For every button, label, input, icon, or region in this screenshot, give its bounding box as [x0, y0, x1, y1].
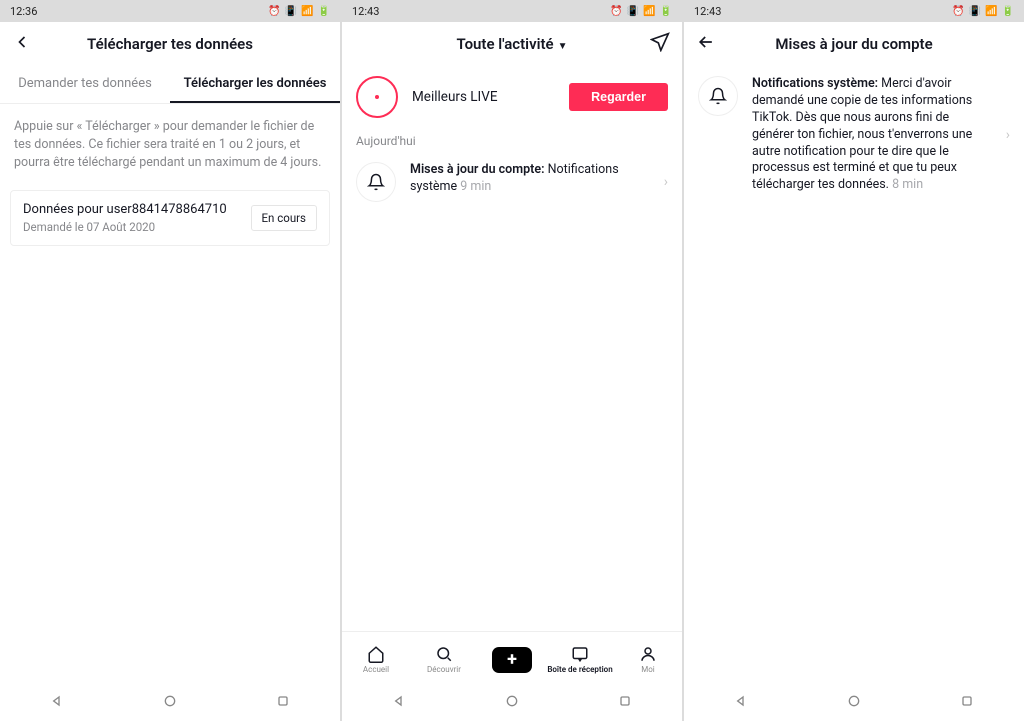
- screen-account-updates: 12:43 ⏰ 📳 📶 🔋 Mises à jour du compte Not…: [684, 0, 1024, 721]
- tabs: Demander tes données Télécharger les don…: [0, 66, 340, 104]
- activity-dropdown[interactable]: Toute l'activité ▼: [354, 35, 670, 53]
- battery-icon: 🔋: [318, 6, 330, 17]
- data-card-subtitle: Demandé le 07 Août 2020: [23, 220, 227, 234]
- notification-row[interactable]: Mises à jour du compte: Notifications sy…: [342, 152, 682, 212]
- nav-home-icon[interactable]: [162, 693, 178, 713]
- nav-back-icon[interactable]: [391, 693, 407, 713]
- header: Toute l'activité ▼: [342, 22, 682, 66]
- tab-discover-label: Découvrir: [427, 665, 461, 674]
- activity-dropdown-label: Toute l'activité: [456, 35, 553, 53]
- notification-title: Notifications système:: [752, 76, 878, 91]
- alarm-icon: ⏰: [952, 6, 964, 17]
- tab-download-data[interactable]: Télécharger les données: [170, 66, 340, 103]
- data-card-title: Données pour user8841478864710: [23, 202, 227, 217]
- live-avatar-icon: [356, 76, 398, 118]
- home-icon: [367, 645, 385, 663]
- status-icons: ⏰ 📳 📶 🔋: [610, 6, 672, 17]
- section-today: Aujourd'hui: [342, 128, 682, 152]
- header: Mises à jour du compte: [684, 22, 1024, 66]
- info-text: Appuie sur « Télécharger » pour demander…: [0, 104, 340, 182]
- status-bar: 12:43 ⏰ 📳 📶 🔋: [342, 0, 682, 22]
- send-button[interactable]: [650, 32, 670, 56]
- status-bar: 12:43 ⏰ 📳 📶 🔋: [684, 0, 1024, 22]
- alarm-icon: ⏰: [610, 6, 622, 17]
- nav-back-icon[interactable]: [733, 693, 749, 713]
- status-bar: 12:36 ⏰ 📳 📶 🔋: [0, 0, 340, 22]
- inbox-icon: [571, 645, 589, 663]
- nav-home-icon[interactable]: [504, 693, 520, 713]
- nav-recents-icon[interactable]: [617, 693, 633, 713]
- android-nav-bar: [0, 685, 340, 721]
- notification-text: Mises à jour du compte: Notifications sy…: [410, 162, 650, 196]
- page-title: Mises à jour du compte: [696, 35, 1012, 53]
- watch-button[interactable]: Regarder: [569, 83, 668, 111]
- screen-activity: 12:43 ⏰ 📳 📶 🔋 Toute l'activité ▼ Meilleur…: [342, 0, 682, 721]
- chevron-right-icon: ›: [664, 174, 668, 190]
- notification-body: Merci d'avoir demandé une copie de tes i…: [752, 76, 972, 192]
- notification-row[interactable]: Notifications système: Merci d'avoir dem…: [684, 66, 1024, 204]
- vibrate-icon: 📳: [285, 6, 297, 17]
- chevron-right-icon: ›: [1006, 127, 1010, 143]
- bell-icon: [698, 76, 738, 116]
- status-time: 12:43: [352, 5, 379, 18]
- screen-download-data: 12:36 ⏰ 📳 📶 🔋 Télécharger tes données De…: [0, 0, 340, 721]
- alarm-icon: ⏰: [268, 6, 280, 17]
- live-row[interactable]: Meilleurs LIVE Regarder: [342, 66, 682, 128]
- bell-icon: [356, 162, 396, 202]
- nav-recents-icon[interactable]: [959, 693, 975, 713]
- nav-back-icon[interactable]: [49, 693, 65, 713]
- tab-discover[interactable]: Découvrir: [410, 645, 478, 674]
- live-label: Meilleurs LIVE: [412, 89, 555, 105]
- search-icon: [435, 645, 453, 663]
- person-icon: [639, 645, 657, 663]
- header: Télécharger tes données: [0, 22, 340, 66]
- chevron-down-icon: ▼: [558, 41, 568, 52]
- data-request-card: Données pour user8841478864710 Demandé l…: [10, 190, 330, 246]
- back-button[interactable]: [12, 32, 32, 56]
- content: Notifications système: Merci d'avoir dem…: [684, 66, 1024, 685]
- status-icons: ⏰ 📳 📶 🔋: [268, 6, 330, 17]
- signal-icon: 📶: [301, 6, 313, 17]
- tab-home-label: Accueil: [363, 665, 389, 674]
- nav-recents-icon[interactable]: [275, 693, 291, 713]
- signal-icon: 📶: [643, 6, 655, 17]
- page-title: Télécharger tes données: [12, 35, 328, 53]
- vibrate-icon: 📳: [969, 6, 981, 17]
- battery-icon: 🔋: [1002, 6, 1014, 17]
- plus-icon: +: [492, 647, 532, 673]
- nav-home-icon[interactable]: [846, 693, 862, 713]
- status-time: 12:36: [10, 5, 37, 18]
- content: Meilleurs LIVE Regarder Aujourd'hui Mise…: [342, 66, 682, 631]
- status-pending-button[interactable]: En cours: [251, 205, 318, 231]
- tab-create[interactable]: +: [478, 647, 546, 673]
- android-nav-bar: [684, 685, 1024, 721]
- tab-request-data[interactable]: Demander tes données: [0, 66, 170, 103]
- notification-time: 9 min: [457, 179, 491, 194]
- back-button[interactable]: [696, 32, 716, 56]
- android-nav-bar: [342, 685, 682, 721]
- bottom-tab-bar: Accueil Découvrir + Boîte de réception M…: [342, 631, 682, 685]
- vibrate-icon: 📳: [627, 6, 639, 17]
- tab-me[interactable]: Moi: [614, 645, 682, 674]
- notification-text: Notifications système: Merci d'avoir dem…: [752, 76, 992, 194]
- tab-inbox-label: Boîte de réception: [547, 665, 612, 674]
- battery-icon: 🔋: [660, 6, 672, 17]
- notification-time: 8 min: [889, 177, 923, 192]
- notification-title: Mises à jour du compte:: [410, 162, 544, 177]
- tab-home[interactable]: Accueil: [342, 645, 410, 674]
- content: Appuie sur « Télécharger » pour demander…: [0, 104, 340, 685]
- status-time: 12:43: [694, 5, 721, 18]
- tab-me-label: Moi: [641, 665, 655, 674]
- tab-inbox[interactable]: Boîte de réception: [546, 645, 614, 674]
- status-icons: ⏰ 📳 📶 🔋: [952, 6, 1014, 17]
- signal-icon: 📶: [985, 6, 997, 17]
